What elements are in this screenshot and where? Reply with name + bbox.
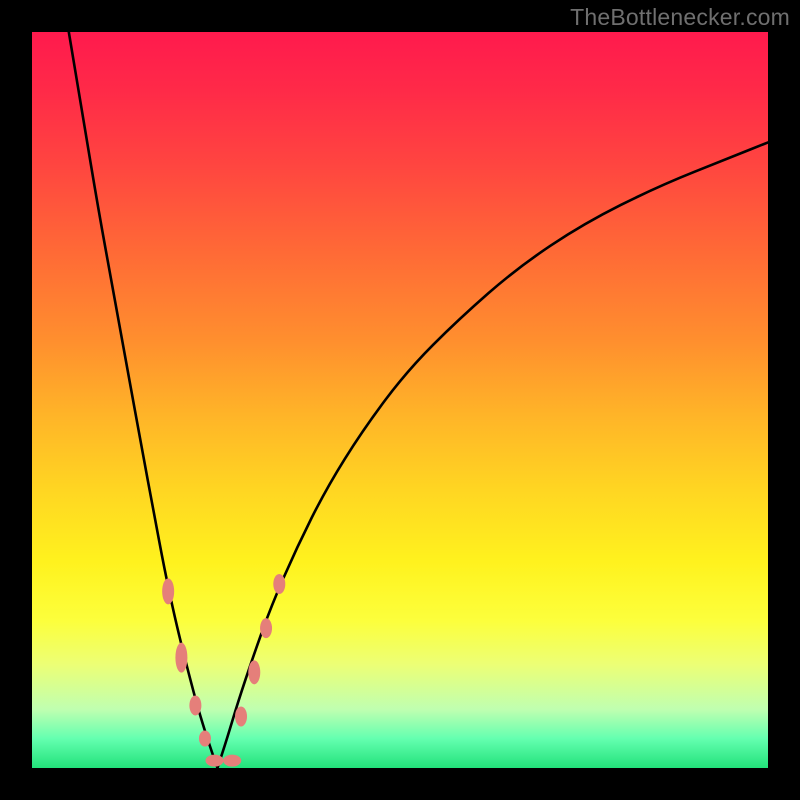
marker-4 bbox=[206, 755, 224, 767]
marker-8 bbox=[260, 618, 272, 638]
marker-9 bbox=[273, 574, 285, 594]
data-markers bbox=[162, 574, 285, 767]
marker-3 bbox=[199, 731, 211, 747]
marker-6 bbox=[235, 706, 247, 726]
marker-2 bbox=[189, 695, 201, 715]
marker-0 bbox=[162, 578, 174, 604]
curve-left-branch bbox=[69, 32, 218, 768]
marker-7 bbox=[248, 660, 260, 684]
watermark-text: TheBottlenecker.com bbox=[570, 4, 790, 31]
marker-5 bbox=[223, 755, 241, 767]
curve-right-branch bbox=[217, 142, 768, 768]
plot-area bbox=[32, 32, 768, 768]
marker-1 bbox=[175, 643, 187, 673]
outer-frame: TheBottlenecker.com bbox=[0, 0, 800, 800]
chart-svg bbox=[32, 32, 768, 768]
